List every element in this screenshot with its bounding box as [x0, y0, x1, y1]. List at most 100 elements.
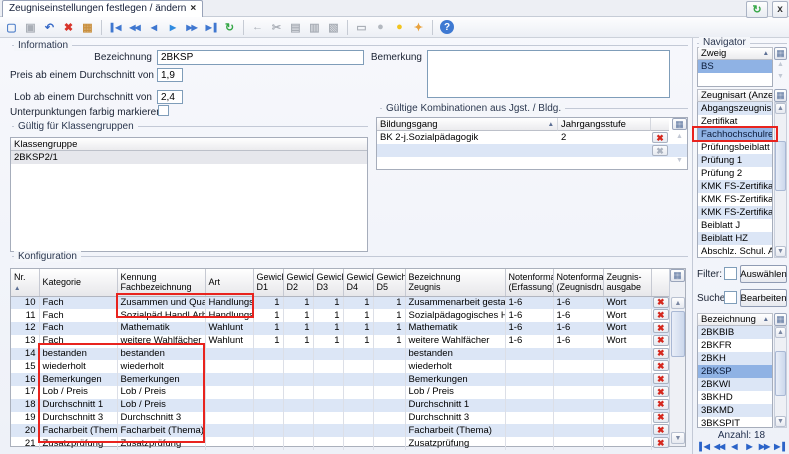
cell-gewicht-d3[interactable]: [313, 437, 343, 450]
cell-gewicht-d5[interactable]: [373, 348, 405, 361]
delete-row-icon[interactable]: ✖: [653, 373, 669, 384]
cell-gewicht-d1[interactable]: 1: [253, 322, 283, 335]
cell-nr[interactable]: 11: [11, 309, 39, 322]
table-row[interactable]: 14bestandenbestandenbestanden✖: [11, 348, 670, 361]
cell-gewicht-d5[interactable]: 1: [373, 322, 405, 335]
cell-kennung[interactable]: Durchschnitt 3: [117, 412, 205, 425]
cell-gewicht-d3[interactable]: [313, 386, 343, 399]
column-header[interactable]: Gewicht D3: [313, 269, 343, 296]
delete-row-icon[interactable]: ✖: [653, 386, 669, 397]
nav-prev-button[interactable]: ◀: [728, 440, 741, 452]
cell-notenformat-zeugnisdruck[interactable]: [553, 360, 603, 373]
cell-gewicht-d5[interactable]: 1: [373, 309, 405, 322]
scroll-down-icon[interactable]: ▼: [775, 246, 786, 257]
cell-gewicht-d3[interactable]: [313, 424, 343, 437]
delete-row-button[interactable]: ✖: [651, 424, 670, 437]
table-row[interactable]: 21ZusatzprüfungZusatzprüfungZusatzprüfun…: [11, 437, 670, 450]
delete-row-icon[interactable]: ✖: [653, 360, 669, 371]
cell-gewicht-d4[interactable]: [343, 386, 373, 399]
cell-kategorie[interactable]: Durchschnitt 1: [39, 399, 117, 412]
cell-nr[interactable]: 10: [11, 296, 39, 309]
column-header[interactable]: Notenformat (Zeugnisdruck): [553, 269, 603, 296]
delete-row-icon[interactable]: ✖: [653, 335, 669, 346]
cell-kennung[interactable]: Lob / Preis: [117, 399, 205, 412]
cell-zeugnisausgabe[interactable]: [603, 399, 651, 412]
cell-zeugnisausgabe[interactable]: [603, 348, 651, 361]
zeugnisart-column-select-button[interactable]: ▦: [774, 89, 787, 102]
back-arrow-icon[interactable]: ←: [249, 19, 266, 36]
list-item[interactable]: Abgangszeugnis: [698, 102, 772, 115]
hint-icon[interactable]: ●: [391, 19, 408, 36]
scrollbar-thumb[interactable]: [775, 351, 786, 396]
cell-gewicht-d1[interactable]: 1: [253, 309, 283, 322]
nav-next-fast-button[interactable]: ▶▶: [758, 440, 771, 452]
cell-gewicht-d5[interactable]: 1: [373, 335, 405, 348]
cell-art[interactable]: [205, 360, 253, 373]
cell-gewicht-d4[interactable]: [343, 373, 373, 386]
cell-nr[interactable]: 14: [11, 348, 39, 361]
table-row[interactable]: 18Durchschnitt 1Lob / PreisDurchschnitt …: [11, 399, 670, 412]
delete-row-button[interactable]: ✖: [651, 144, 669, 157]
delete-row-button[interactable]: ✖: [651, 131, 669, 144]
cell-notenformat-erfassung[interactable]: 1-6: [505, 335, 553, 348]
cell-gewicht-d2[interactable]: [283, 399, 313, 412]
zweig-header[interactable]: Zweig ▲: [697, 47, 773, 60]
paste-icon[interactable]: ▥: [306, 19, 323, 36]
cell-gewicht-d3[interactable]: [313, 412, 343, 425]
cell-bezeichnung-zeugnis[interactable]: wiederholt: [405, 360, 505, 373]
cell-notenformat-zeugnisdruck[interactable]: [553, 348, 603, 361]
cell-art[interactable]: [205, 373, 253, 386]
filter-input[interactable]: [724, 267, 737, 280]
cell-gewicht-d2[interactable]: [283, 412, 313, 425]
cell-gewicht-d2[interactable]: [283, 386, 313, 399]
table-row[interactable]: 20Facharbeit (Thema)Facharbeit (Thema)Fa…: [11, 424, 670, 437]
delete-row-icon[interactable]: ✖: [653, 322, 669, 333]
cell-bezeichnung-zeugnis[interactable]: Mathematik: [405, 322, 505, 335]
cell-kategorie[interactable]: Fach: [39, 309, 117, 322]
cell-gewicht-d4[interactable]: 1: [343, 309, 373, 322]
bezeichnung-input[interactable]: 2BKSP: [157, 50, 364, 65]
help-icon[interactable]: ?: [440, 20, 454, 34]
table-row[interactable]: 13Fachweitere WahlfächerWahlunt11111weit…: [11, 335, 670, 348]
cell-nr[interactable]: 19: [11, 412, 39, 425]
cell-bezeichnung-zeugnis[interactable]: weitere Wahlfächer: [405, 335, 505, 348]
unterpunktungen-checkbox[interactable]: [158, 105, 169, 116]
sound-icon[interactable]: ✦: [410, 19, 427, 36]
cell-jahrgangsstufe[interactable]: [558, 144, 651, 157]
kombinationen-col-jahrgangsstufe[interactable]: Jahrgangsstufe: [558, 118, 651, 131]
scroll-down-icon[interactable]: ▼: [775, 416, 786, 427]
cell-art[interactable]: [205, 386, 253, 399]
cell-notenformat-zeugnisdruck[interactable]: [553, 386, 603, 399]
bezeichnung-list-header[interactable]: Bezeichnung ▲: [697, 313, 773, 326]
save-icon[interactable]: ▣: [22, 19, 39, 36]
cell-notenformat-zeugnisdruck[interactable]: [553, 373, 603, 386]
bearbeiten-button[interactable]: Bearbeiten: [740, 289, 787, 307]
cell-bezeichnung-zeugnis[interactable]: Durchschnitt 1: [405, 399, 505, 412]
zweig-column-select-button[interactable]: ▦: [774, 47, 787, 60]
column-header[interactable]: Kennung Fachbezeichnung: [117, 269, 205, 296]
table-row[interactable]: BK 2-j.Sozialpädagogik2✖: [377, 131, 687, 144]
table-row[interactable]: 16BemerkungenBemerkungenBemerkungen✖: [11, 373, 670, 386]
cell-kennung[interactable]: weitere Wahlfächer: [117, 335, 205, 348]
scroll-up-icon[interactable]: ▲: [671, 297, 685, 309]
cell-bildungsgang[interactable]: [377, 144, 558, 157]
cell-kategorie[interactable]: Facharbeit (Thema): [39, 424, 117, 437]
delete-row-button[interactable]: ✖: [651, 322, 670, 335]
bemerkung-textarea[interactable]: [427, 50, 670, 98]
cell-notenformat-zeugnisdruck[interactable]: [553, 437, 603, 450]
close-pane-button[interactable]: x: [772, 1, 788, 18]
cell-bezeichnung-zeugnis[interactable]: Lob / Preis: [405, 386, 505, 399]
cell-notenformat-erfassung[interactable]: 1-6: [505, 309, 553, 322]
cell-notenformat-erfassung[interactable]: [505, 348, 553, 361]
cell-art[interactable]: [205, 348, 253, 361]
cell-gewicht-d2[interactable]: [283, 437, 313, 450]
list-item[interactable]: 2BKH: [698, 352, 772, 365]
cell-gewicht-d3[interactable]: 1: [313, 322, 343, 335]
delete-icon[interactable]: ✖: [60, 19, 77, 36]
cell-kennung[interactable]: Bemerkungen: [117, 373, 205, 386]
cell-notenformat-erfassung[interactable]: 1-6: [505, 296, 553, 309]
cell-gewicht-d5[interactable]: [373, 386, 405, 399]
cell-notenformat-erfassung[interactable]: 1-6: [505, 322, 553, 335]
cell-bezeichnung-zeugnis[interactable]: Facharbeit (Thema): [405, 424, 505, 437]
cell-zeugnisausgabe[interactable]: Wort: [603, 322, 651, 335]
